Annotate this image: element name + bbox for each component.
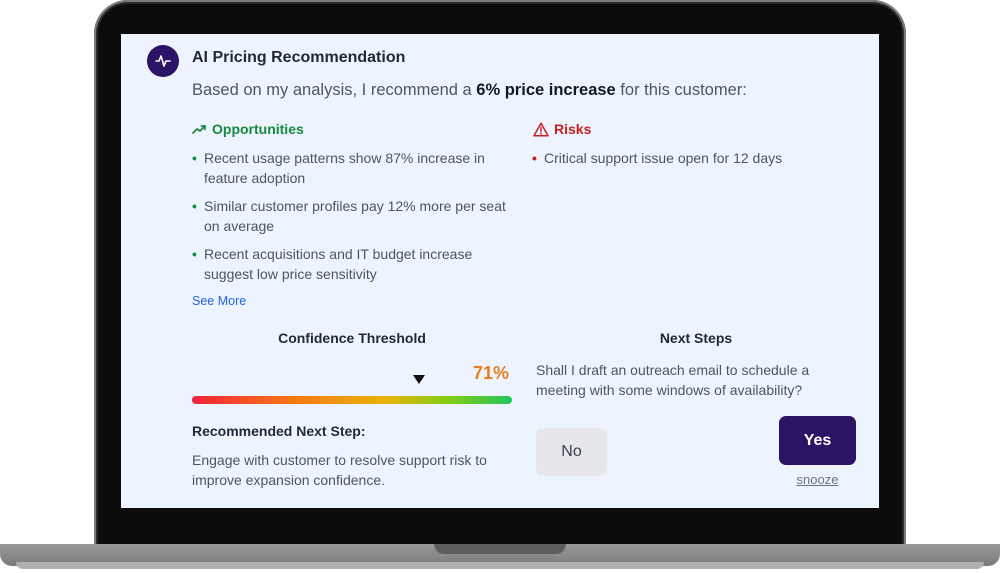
list-item: • Recent acquisitions and IT budget incre… <box>192 244 512 284</box>
snooze-link[interactable]: snooze <box>779 472 856 487</box>
risks-list: • Critical support issue open for 12 days <box>532 148 842 168</box>
intro-after: for this customer: <box>615 81 747 99</box>
warning-triangle-icon <box>533 121 549 137</box>
no-button[interactable]: No <box>536 428 607 476</box>
list-item: • Recent usage patterns show 87% increase… <box>192 148 512 188</box>
bullet: • <box>192 246 197 262</box>
risks-heading: Risks <box>533 121 591 137</box>
intro-highlight: 6% price increase <box>476 81 616 99</box>
activity-pulse-icon <box>147 45 179 77</box>
opportunities-heading: Opportunities <box>192 121 304 137</box>
bullet: • <box>192 198 197 214</box>
next-steps-title: Next Steps <box>659 330 733 346</box>
confidence-value: 71% <box>473 363 510 383</box>
screen: AI Pricing Recommendation Based on my an… <box>121 34 879 508</box>
laptop-base-edge <box>16 562 984 569</box>
opportunities-list: • Recent usage patterns show 87% increase… <box>192 148 512 292</box>
yes-button[interactable]: Yes <box>779 416 856 465</box>
laptop-notch <box>434 544 566 554</box>
opportunities-label: Opportunities <box>212 121 304 137</box>
list-item: • Critical support issue open for 12 days <box>532 148 842 168</box>
recommendation-intro: Based on my analysis, I recommend a 6% p… <box>192 81 747 100</box>
trending-up-icon <box>192 125 206 134</box>
intro-before: Based on my analysis, I recommend a <box>192 81 477 99</box>
opportunity-text: Recent acquisitions and IT budget increa… <box>204 246 473 282</box>
next-steps-prompt: Shall I draft an outreach email to sched… <box>536 362 810 398</box>
risk-text: Critical support issue open for 12 days <box>544 150 783 166</box>
opportunity-text: Recent usage patterns show 87% increase … <box>204 150 485 186</box>
confidence-marker <box>413 375 426 384</box>
list-item: • Similar customer profiles pay 12% more … <box>192 196 512 236</box>
confidence-title: Confidence Threshold <box>278 330 426 346</box>
confidence-gradient-bar <box>192 396 512 404</box>
see-more-link[interactable]: See More <box>192 294 246 308</box>
risks-label: Risks <box>554 121 592 137</box>
opportunity-text: Similar customer profiles pay 12% more p… <box>204 198 506 234</box>
bullet: • <box>192 150 197 166</box>
card-title: AI Pricing Recommendation <box>192 49 406 66</box>
recommended-step-text: Engage with customer to resolve support … <box>192 452 487 488</box>
bullet: • <box>532 150 537 166</box>
recommended-step-title: Recommended Next Step: <box>192 423 366 439</box>
